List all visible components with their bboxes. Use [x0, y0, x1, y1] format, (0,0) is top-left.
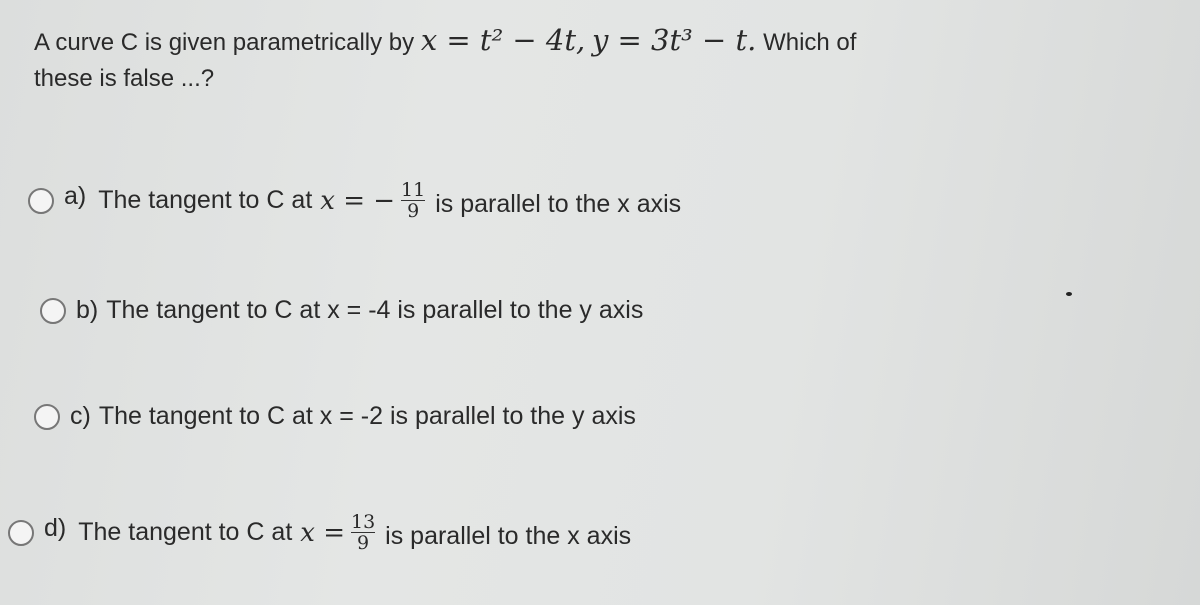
option-text: The tangent to C at — [98, 186, 313, 214]
option-c[interactable]: c) The tangent to C at x = -2 is paralle… — [34, 402, 636, 431]
equation-y: y = 3t³ − t. — [591, 23, 757, 57]
fraction-numerator: 11 — [401, 179, 426, 201]
radio-button[interactable] — [28, 187, 54, 214]
option-d[interactable]: d) The tangent to C at x = 13 9 is paral… — [8, 512, 631, 553]
equation-x: x = t² − 4t, — [420, 23, 586, 57]
radio-button[interactable] — [40, 297, 66, 324]
fraction-numerator: 13 — [350, 511, 376, 533]
screen-speck — [1066, 292, 1072, 296]
option-letter: d) — [44, 514, 67, 542]
option-text-after: is parallel to the x axis — [435, 190, 682, 218]
fraction: 11 9 — [401, 179, 426, 222]
option-text-after: is parallel to the x axis — [385, 522, 632, 550]
question-line2: these is false ...? — [34, 65, 215, 92]
option-label: b) — [76, 296, 99, 324]
fraction-denominator: 9 — [407, 200, 420, 222]
question-text: A curve C is given parametrically by x =… — [34, 22, 1194, 97]
option-text: The tangent to C at — [78, 518, 293, 546]
fraction-denominator: 9 — [357, 532, 370, 554]
fraction: 13 9 — [350, 511, 376, 554]
option-label: c) — [70, 402, 91, 430]
option-math: x = — [300, 517, 345, 548]
question-suffix: Which of — [763, 29, 857, 56]
option-text: The tangent to C at x = -4 is parallel t… — [106, 296, 644, 324]
option-letter: a) — [64, 182, 87, 210]
radio-button[interactable] — [34, 403, 60, 430]
option-text: The tangent to C at x = -2 is parallel t… — [98, 402, 636, 430]
radio-button[interactable] — [8, 519, 34, 546]
option-b[interactable]: b) The tangent to C at x = -4 is paralle… — [40, 296, 643, 325]
option-math: x = − — [320, 185, 396, 216]
option-a[interactable]: a) The tangent to C at x = − 11 9 is par… — [28, 180, 681, 221]
question-prefix: A curve C is given parametrically by — [34, 29, 415, 56]
